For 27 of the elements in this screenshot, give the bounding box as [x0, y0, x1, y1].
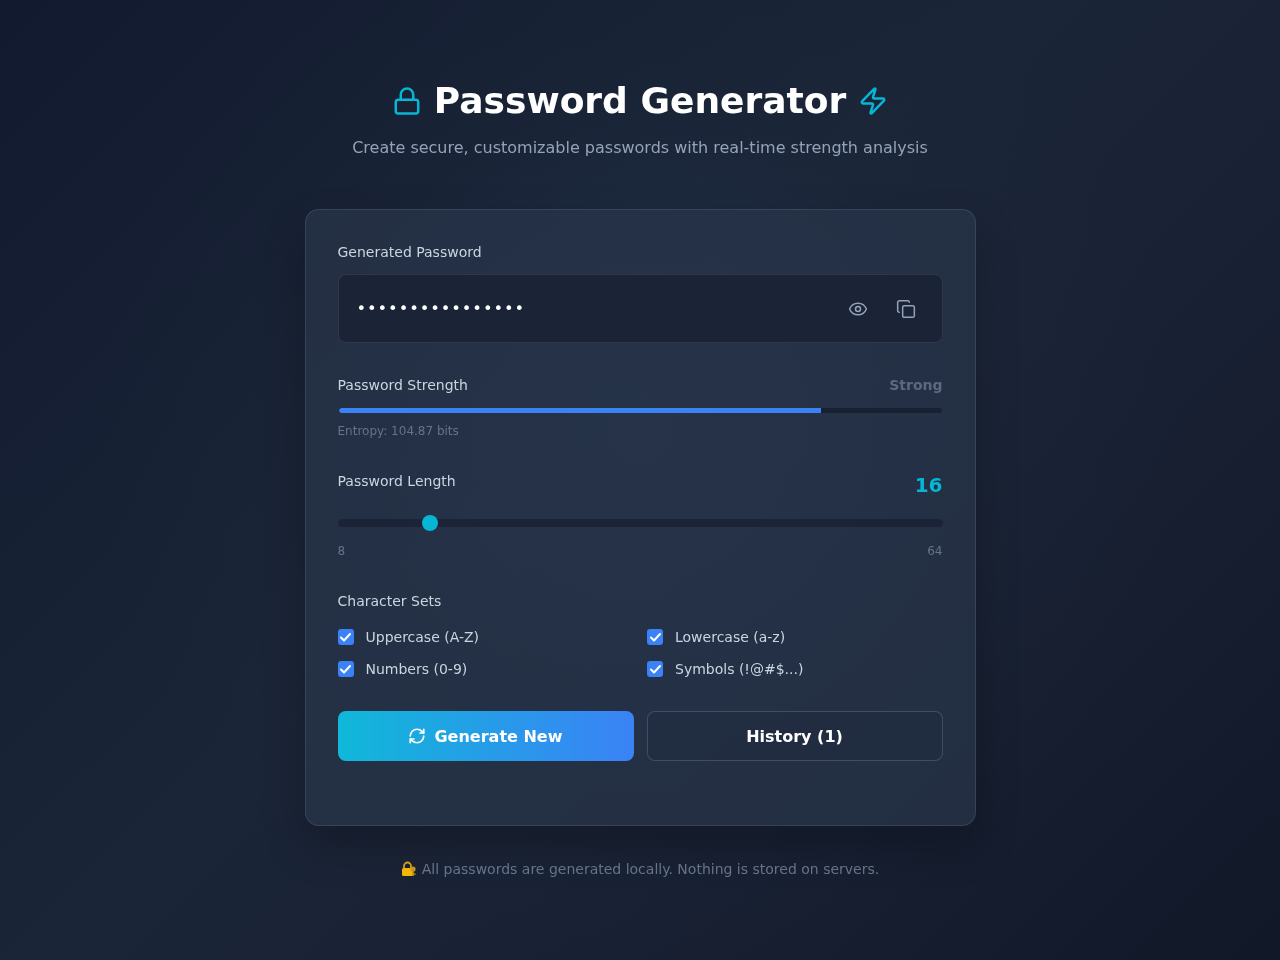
checkbox-label[interactable]: Numbers (0-9) [365, 659, 468, 679]
strength-label: Password Strength [337, 376, 468, 395]
checkbox[interactable] [647, 661, 663, 677]
refresh-icon [408, 727, 427, 745]
length-value: 16 [914, 472, 943, 499]
slider-thumb[interactable] [421, 515, 438, 531]
history-button[interactable]: History (1) [646, 711, 943, 761]
length-label: Password Length [337, 472, 456, 491]
field-label: Generated Password [337, 243, 482, 262]
checkbox-label[interactable]: Uppercase (A-Z) [365, 627, 480, 647]
footer-note: All passwords are generated locally. Nothing is stored on servers. [421, 860, 880, 879]
password-field[interactable]: •••••••••••••••• [337, 274, 943, 343]
page-subtitle: Create secure, customizable passwords with real-time strength analysis [352, 137, 928, 159]
password-value: •••••••••••••••• [356, 299, 526, 318]
copy-icon [895, 298, 916, 319]
slider-max-label: 64 [927, 543, 943, 559]
strength-rating: Strong [889, 376, 943, 395]
slider-min-label: 8 [337, 543, 346, 559]
checkbox[interactable] [337, 629, 354, 645]
page-title: Password Generator [433, 79, 847, 122]
lock-with-key-icon [400, 861, 417, 877]
checkbox[interactable] [647, 629, 663, 645]
checkbox-label[interactable]: Lowercase (a-z) [675, 627, 786, 647]
checkbox[interactable] [337, 661, 354, 677]
checkbox-label[interactable]: Symbols (!@#$...) [675, 659, 804, 679]
entropy-text: Entropy: 104.87 bits [337, 423, 459, 439]
section-label: Character Sets [337, 592, 442, 611]
